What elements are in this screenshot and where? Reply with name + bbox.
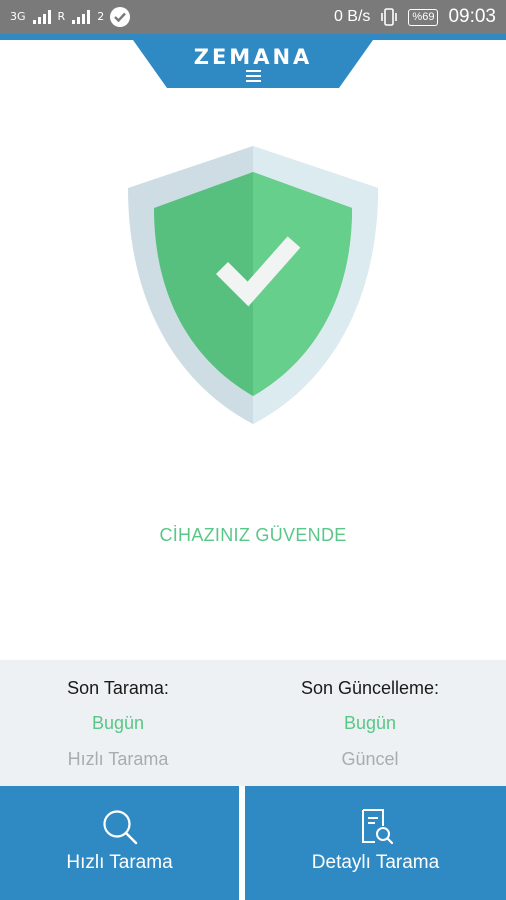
clock: 09:03 — [448, 6, 496, 27]
detailed-scan-button[interactable]: Detaylı Tarama — [245, 786, 506, 900]
battery-icon: %69 — [408, 8, 439, 26]
last-update-status: Güncel — [341, 749, 399, 769]
network-type-2: R — [57, 10, 66, 23]
document-search-icon — [361, 809, 393, 845]
quick-scan-label: Hızlı Tarama — [66, 852, 173, 873]
last-scan-label: Son Tarama: — [67, 678, 169, 698]
network-type: 3G — [10, 10, 26, 23]
status-right: 0 B/s %69 09:03 — [334, 0, 496, 34]
last-scan-info: Son Tarama: Bugün Hızlı Tarama — [0, 660, 236, 786]
status-message: CİHAZINIZ GÜVENDE — [159, 525, 347, 545]
status-left: 3G R 2 — [10, 4, 131, 30]
check-badge-icon — [110, 7, 131, 27]
vibrate-icon — [381, 8, 398, 26]
shield-check-icon — [128, 146, 378, 424]
brand-logo: ZEMANA — [193, 45, 313, 69]
last-scan-type: Hızlı Tarama — [67, 749, 169, 769]
last-scan-value: Bugün — [91, 713, 145, 733]
scan-info-panel: Son Tarama: Bugün Hızlı Tarama Son Günce… — [0, 660, 506, 786]
status-bar: 3G R 2 0 B/s %69 09:03 — [0, 0, 506, 34]
last-update-label: Son Güncelleme: — [300, 678, 440, 698]
hamburger-menu-icon[interactable] — [246, 70, 261, 82]
signal-icon — [32, 10, 51, 24]
search-icon — [102, 810, 137, 845]
last-update-value: Bugün — [343, 713, 397, 733]
data-speed: 0 B/s — [333, 8, 371, 25]
quick-scan-button[interactable]: Hızlı Tarama — [0, 786, 239, 900]
last-update-info: Son Güncelleme: Bugün Güncel — [242, 660, 498, 786]
app-screen: 3G R 2 0 B/s %69 09:03 ZEMANA CİHAZINIZ … — [0, 0, 506, 900]
sim-index: 2 — [97, 10, 105, 23]
detailed-scan-label: Detaylı Tarama — [311, 852, 440, 873]
signal-icon — [72, 10, 91, 24]
